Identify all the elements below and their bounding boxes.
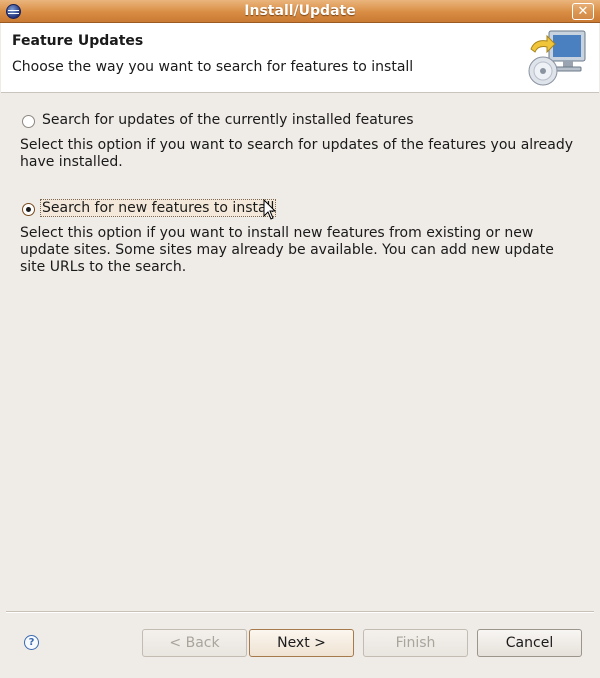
- finish-button[interactable]: Finish: [363, 629, 468, 657]
- back-button[interactable]: < Back: [142, 629, 247, 657]
- option-search-new-features-description: Select this option if you want to instal…: [20, 225, 554, 275]
- option-search-updates-description: Select this option if you want to search…: [20, 137, 573, 170]
- option-search-updates-label[interactable]: Search for updates of the currently inst…: [42, 112, 414, 128]
- install-update-icon: [528, 30, 586, 86]
- radio-search-new-features[interactable]: [22, 203, 35, 216]
- window-title: Install/Update: [244, 3, 356, 19]
- cancel-button[interactable]: Cancel: [477, 629, 582, 657]
- title-bar: Install/Update ✕: [0, 0, 600, 23]
- mouse-pointer-icon: [263, 199, 277, 220]
- next-button[interactable]: Next >: [249, 629, 354, 657]
- option-search-new-features-label[interactable]: Search for new features to install: [40, 199, 277, 217]
- page-title: Feature Updates: [12, 33, 144, 49]
- page-description: Choose the way you want to search for fe…: [12, 59, 414, 75]
- help-icon[interactable]: ?: [24, 635, 39, 650]
- radio-search-updates[interactable]: [22, 115, 35, 128]
- close-button[interactable]: ✕: [572, 3, 594, 20]
- wizard-banner: Feature Updates Choose the way you want …: [1, 23, 599, 93]
- button-bar-separator: [6, 611, 594, 613]
